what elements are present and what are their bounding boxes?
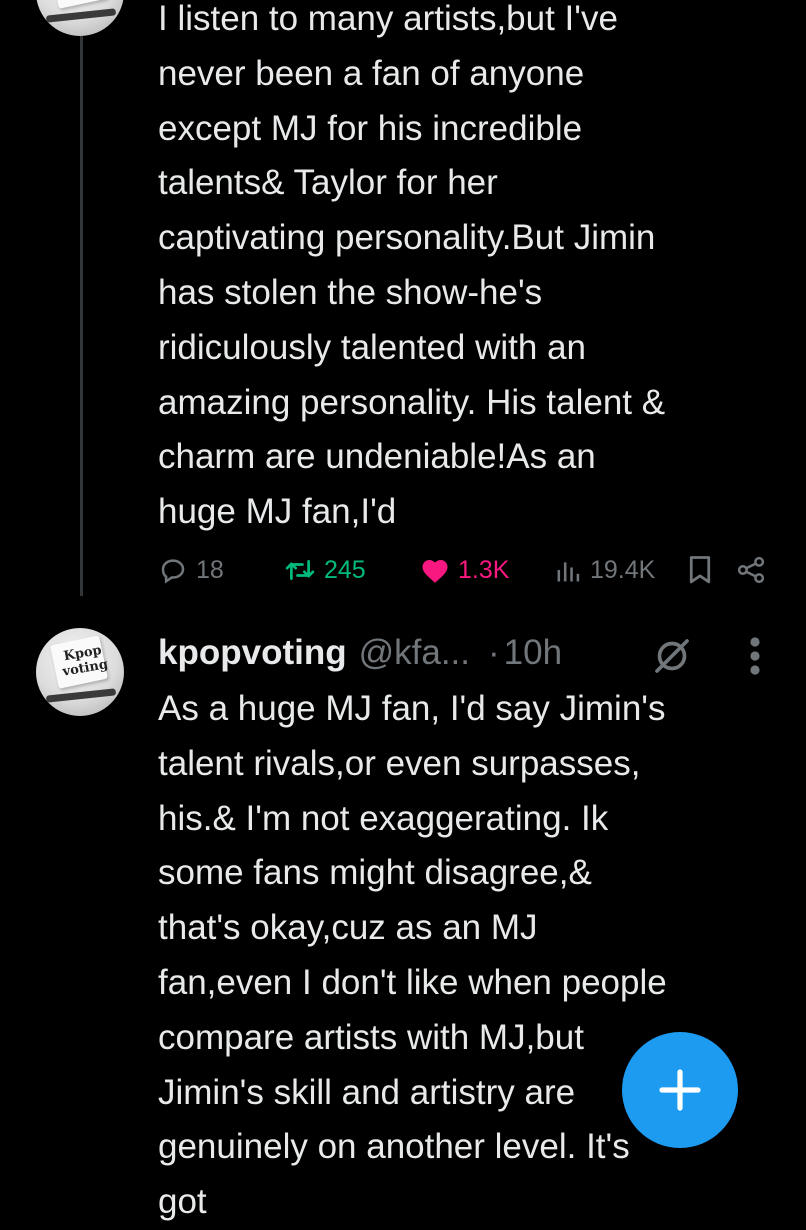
share-icon	[737, 556, 765, 584]
tweet-line: captivating personality.But Jimin	[158, 218, 656, 258]
tweet-action-bar: 18 245 1.3K 19.4K	[158, 548, 768, 592]
plus-icon	[659, 1069, 701, 1111]
thread-connector-line	[80, 36, 83, 596]
tweet-line: got	[158, 1182, 207, 1222]
tweet-line: huge MJ fan,I'd	[158, 492, 397, 532]
time-separator: ·	[488, 633, 500, 672]
avatar-kpopvoting[interactable]: Kpop voting	[36, 628, 124, 716]
tweet-line: has stolen the show-he's	[158, 272, 543, 312]
like-button[interactable]: 1.3K	[420, 548, 509, 592]
share-button[interactable]	[736, 548, 774, 592]
avatar-pen-graphic	[45, 688, 117, 703]
more-options-icon[interactable]	[748, 636, 762, 676]
tweet-line: except MJ for his incredible	[158, 108, 583, 148]
tweet-line: amazing personality. His talent &	[158, 382, 666, 422]
reply-count: 18	[196, 555, 224, 584]
heart-filled-icon	[422, 560, 448, 583]
views-bar-icon	[557, 562, 580, 582]
compose-fab-button[interactable]	[622, 1032, 738, 1148]
tweet-line: his.& I'm not exaggerating. Ik	[158, 798, 609, 838]
like-count: 1.3K	[458, 555, 510, 584]
tweet-timestamp[interactable]: 10h	[504, 633, 562, 673]
tweet-line: charm are undeniable!As an	[158, 437, 596, 477]
tweet-header: kpopvoting @kfa... · 10h	[158, 628, 562, 678]
tweet-line: ridiculously talented with an	[158, 327, 587, 367]
tweet-line: I listen to many artists,but I've	[158, 0, 618, 38]
tweet-line: As a huge MJ fan, I'd say Jimin's	[158, 689, 666, 728]
avatar-card-graphic	[49, 0, 109, 9]
reply-button[interactable]: 18	[158, 548, 224, 592]
reply-tweet-text: As a huge MJ fan, I'd say Jimin's talent…	[158, 682, 788, 1230]
previous-tweet-text: I listen to many artists,but I've never …	[158, 0, 788, 540]
repost-icon	[285, 560, 315, 580]
views-count: 19.4K	[590, 555, 656, 584]
repost-button[interactable]: 245	[284, 548, 366, 592]
author-display-name[interactable]: kpopvoting	[158, 633, 347, 673]
avatar-previous-author[interactable]	[36, 0, 124, 36]
bookmark-button[interactable]	[688, 548, 720, 592]
repost-count: 245	[324, 555, 366, 584]
reply-icon	[161, 559, 185, 584]
tweet-line: that's okay,cuz as an MJ	[158, 908, 538, 948]
tweet-line: talents& Taylor for her	[158, 163, 498, 203]
tweet-line: some fans might disagree,&	[158, 853, 592, 893]
tweet-line: fan,even I don't like when people	[158, 962, 667, 1002]
tweet-line: never been a fan of anyone	[158, 53, 585, 93]
author-handle[interactable]: @kfa...	[359, 633, 470, 673]
tweet-line: talent rivals,or even surpasses,	[158, 743, 641, 783]
views-button[interactable]: 19.4K	[556, 548, 655, 592]
bookmark-icon	[689, 556, 711, 584]
grok-icon[interactable]	[652, 636, 692, 676]
avatar-pen-graphic	[45, 8, 117, 23]
